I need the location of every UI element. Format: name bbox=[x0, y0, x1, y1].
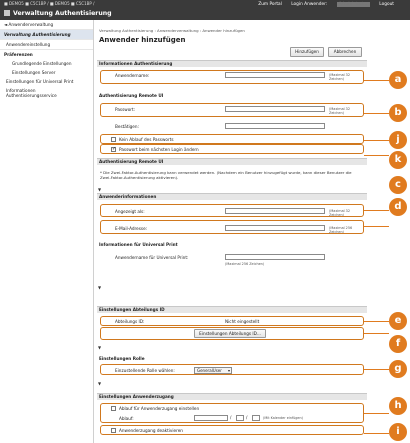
callout-leader bbox=[364, 210, 389, 211]
section-remote-ui-auth: Authentisierung Remote UI bbox=[97, 93, 367, 100]
sidebar-item-auth-management[interactable]: Verwaltung Authentisierung bbox=[0, 30, 93, 40]
app-title-text: Verwaltung Authentisierung bbox=[13, 10, 112, 17]
highlight-f bbox=[100, 327, 364, 340]
callout-g: g bbox=[389, 360, 407, 378]
top-bar: ■ DEMO5 ■ C5C1BP / ■ DEMO5 ■ C5C1BP / Ve… bbox=[0, 0, 410, 20]
callout-leader bbox=[364, 80, 389, 81]
sidebar-item-server-settings[interactable]: Einstellungen Server bbox=[0, 68, 93, 77]
callout-h: h bbox=[389, 397, 407, 415]
up-username-hint: (Maximal 256 Zeichen) bbox=[225, 262, 265, 266]
highlight-c bbox=[100, 204, 364, 217]
callout-leader bbox=[364, 113, 389, 114]
section-user-info: Anwenderinformationen bbox=[97, 193, 367, 200]
section-user-access: Einstellungen Anwenderzugang bbox=[97, 393, 367, 400]
confirm-label: Bestätigen: bbox=[115, 124, 139, 129]
section-universal-print: Informationen für Universal Print bbox=[97, 242, 367, 249]
callout-leader bbox=[364, 140, 389, 141]
section-department-id: Einstellungen Abteilungs ID bbox=[97, 306, 367, 313]
section-role: Einstellungen Rolle bbox=[97, 356, 367, 363]
collapse-icon[interactable]: ▼ bbox=[98, 187, 101, 192]
sidebar-item-preferences: Präferenzen bbox=[4, 52, 33, 57]
sidebar-item-universal-print[interactable]: Einstellungen für Universal Print bbox=[0, 77, 93, 86]
callout-leader bbox=[364, 433, 389, 434]
callout-e: e bbox=[389, 312, 407, 330]
callout-b: b bbox=[389, 104, 407, 122]
section-auth-info: Informationen Authentisierung bbox=[97, 60, 367, 67]
callout-leader bbox=[364, 413, 389, 414]
sidebar-item-basic-settings[interactable]: Grundlegende Einstellungen bbox=[0, 59, 93, 68]
main-content: Verwaltung Authentisierung : Anwenderver… bbox=[97, 20, 367, 443]
portal-link[interactable]: Zum Portal bbox=[258, 2, 282, 7]
breadcrumb: Verwaltung Authentisierung : Anwenderver… bbox=[99, 28, 245, 33]
callout-f: f bbox=[389, 335, 407, 353]
sidebar-item-auth-service-info[interactable]: Informationen Authentisierungsservice bbox=[0, 86, 70, 100]
app-title: Verwaltung Authentisierung bbox=[4, 10, 112, 17]
callout-c: c bbox=[389, 176, 407, 194]
callout-a: a bbox=[389, 71, 407, 89]
callout-leader bbox=[364, 226, 389, 227]
highlight-j bbox=[100, 134, 364, 144]
logout-link[interactable]: Logout bbox=[379, 2, 394, 7]
callout-d: d bbox=[389, 198, 407, 216]
callout-leader bbox=[364, 333, 389, 334]
up-username-label: Anwendername für Universal Print: bbox=[115, 255, 189, 260]
sidebar-item-user-management[interactable]: ◄ Anwenderverwaltung bbox=[0, 20, 93, 30]
app-logo-icon bbox=[4, 10, 10, 16]
sidebar-item-user-settings[interactable]: Anwendereinstellung bbox=[0, 40, 93, 50]
callout-leader bbox=[364, 321, 389, 322]
highlight-k bbox=[100, 144, 364, 154]
confirm-password-field[interactable] bbox=[225, 123, 325, 129]
callout-k: k bbox=[389, 151, 407, 169]
add-button[interactable]: Hinzufügen bbox=[290, 47, 324, 57]
collapse-icon[interactable]: ▼ bbox=[98, 381, 101, 386]
highlight-a bbox=[100, 70, 364, 84]
login-user-label: Login Anwender: bbox=[291, 2, 328, 7]
highlight-i bbox=[100, 425, 364, 435]
callout-j: j bbox=[389, 131, 407, 149]
top-nav: Zum Portal Login Anwender: Administrator… bbox=[250, 2, 394, 7]
up-username-field[interactable] bbox=[225, 254, 325, 260]
highlight-e bbox=[100, 316, 364, 326]
section-remote-ui-auth-2: Authentisierung Remote UI bbox=[97, 158, 367, 165]
callout-i: i bbox=[389, 423, 407, 441]
highlight-b bbox=[100, 103, 364, 117]
cancel-button[interactable]: Abbrechen bbox=[328, 47, 362, 57]
highlight-d bbox=[100, 220, 364, 234]
highlight-h bbox=[100, 403, 364, 423]
callout-leader bbox=[364, 369, 389, 370]
sidebar: ◄ Anwenderverwaltung Verwaltung Authenti… bbox=[0, 20, 94, 443]
highlight-g bbox=[100, 364, 364, 375]
redacted-username: Administrator bbox=[336, 2, 370, 7]
collapse-icon[interactable]: ▼ bbox=[98, 345, 101, 350]
device-info: ■ DEMO5 ■ C5C1BP / ■ DEMO5 ■ C5C1BP / bbox=[4, 1, 95, 6]
callout-leader bbox=[364, 155, 389, 156]
two-factor-note: * Die Zwei-Faktor-Authentisierung kann v… bbox=[100, 170, 352, 180]
collapse-icon[interactable]: ▼ bbox=[98, 285, 101, 290]
page-title: Anwender hinzufügen bbox=[99, 36, 186, 44]
